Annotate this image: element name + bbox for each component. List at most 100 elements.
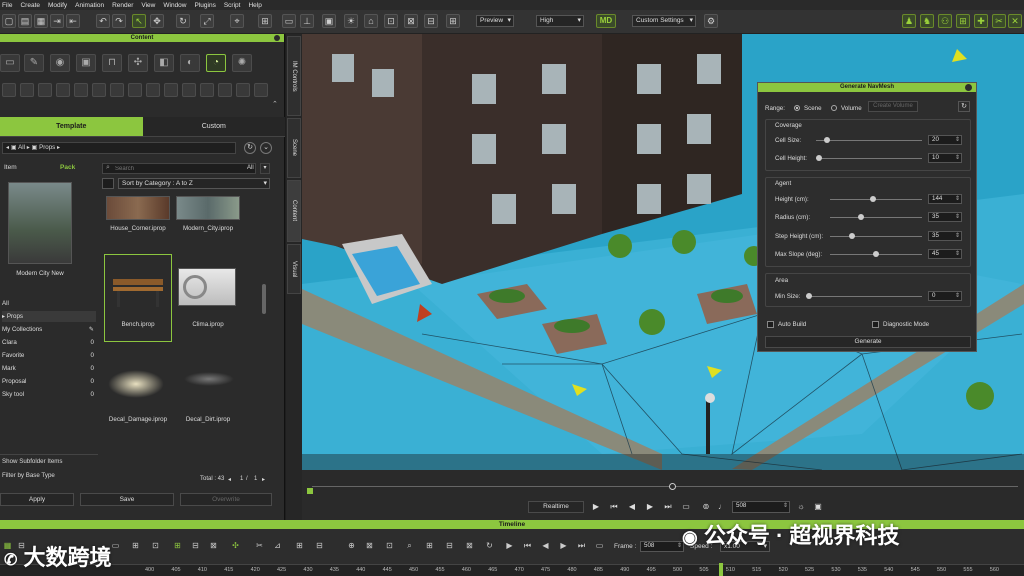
tree-item-sky-tool[interactable]: Sky tool 0 [2,389,96,400]
sun-settings-icon[interactable]: ☼ [795,501,807,513]
close-icon[interactable]: ✕ [1008,14,1022,28]
breadcrumb-props[interactable]: Props [39,144,55,151]
menu-render[interactable]: Render [112,2,133,9]
filter-cell-4[interactable] [56,83,70,97]
side-tab-content[interactable]: Content [287,180,301,242]
light-icon[interactable]: ▣ [322,14,336,28]
filter-cell-12[interactable] [200,83,214,97]
menu-plugins[interactable]: Plugins [195,2,216,9]
wireframe-icon[interactable]: ⊠ [404,14,418,28]
character-icon[interactable]: ♟ [902,14,916,28]
perspective-icon[interactable]: ⊡ [384,14,398,28]
timeline-loop-icon[interactable]: ↻ [484,540,495,551]
item-bench-selected[interactable] [104,254,172,342]
quality-dropdown[interactable]: High [536,15,584,27]
category-icon-1[interactable]: ▭ [0,54,20,72]
custom-settings-dropdown[interactable]: Custom Settings [632,15,696,27]
breadcrumb-all[interactable]: All [18,144,25,151]
timeline-ruler[interactable]: 400 405 410 415 420 425 430 435 440 445 450 455 460 4… [0,564,1024,576]
overwrite-button[interactable]: Overwrite [180,493,272,506]
scale-tool-icon[interactable]: ⤢ [200,14,214,28]
filter-cell-6[interactable] [92,83,106,97]
crowd-icon[interactable]: ♞ [920,14,934,28]
category-icon-6[interactable]: ✣ [128,54,148,72]
category-icon-5[interactable]: ⊓ [102,54,122,72]
edit-pencil-icon[interactable]: ✎ [89,324,94,335]
menu-modify[interactable]: Modify [48,2,67,9]
tree-item-clara[interactable]: Clara 0 [2,337,96,348]
step-height-slider[interactable] [830,233,922,239]
timeline-icon-5[interactable]: ⊡ [150,540,161,551]
timeline-skip-end-icon[interactable]: ⏭ [576,540,587,551]
tree-item-mark[interactable]: Mark 0 [2,363,96,374]
radius-slider[interactable] [830,214,922,220]
tool-icon[interactable]: ✂ [992,14,1006,28]
item-thumb-modern-city[interactable] [176,196,240,220]
timeline-icon-4[interactable]: ⊞ [130,540,141,551]
scrub-track[interactable] [312,483,1018,490]
page-next-icon[interactable]: ▸ [262,476,265,483]
md-logo[interactable]: MD [596,14,616,28]
item-thumb-decal-damage[interactable] [108,370,164,398]
max-slope-input[interactable]: 45 [928,249,962,259]
frame-input[interactable]: 508 [732,501,790,513]
sun-icon[interactable]: ☀ [344,14,358,28]
timeline-icon-18[interactable]: ⊞ [424,540,435,551]
timeline-icon-15[interactable]: ⊠ [364,540,375,551]
radius-input[interactable]: 35 [928,212,962,222]
sort-dropdown[interactable]: Sort by Category : A to Z [118,178,270,189]
cell-height-slider[interactable] [816,155,922,161]
filter-cell-8[interactable] [128,83,142,97]
refresh-icon[interactable]: ↻ [244,142,256,154]
render-mode-dropdown[interactable]: Preview [476,15,514,27]
collapse-chevron-icon[interactable]: ⌃ [272,100,278,108]
category-icon-2[interactable]: ✎ [24,54,44,72]
filter-cell-14[interactable] [236,83,250,97]
redo-icon[interactable]: ↷ [112,14,126,28]
show-subfolder-option[interactable]: Show Subfolder Items [2,458,63,465]
align-icon[interactable]: ⊞ [258,14,272,28]
range-volume-radio[interactable] [831,105,837,111]
pick-icon[interactable]: ⊥ [300,14,314,28]
export-icon[interactable]: ⇤ [66,14,80,28]
timeline-icon-8[interactable]: ⊠ [208,540,219,551]
timeline-icon-16[interactable]: ⊡ [384,540,395,551]
generate-button[interactable]: Generate [765,336,971,348]
cell-height-knob[interactable] [816,155,822,161]
people-icon[interactable]: ⚇ [938,14,952,28]
category-icon-10[interactable]: ✺ [232,54,252,72]
skip-end-icon[interactable]: ⏭ [662,501,674,513]
menu-file[interactable]: File [2,2,12,9]
tree-item-my-collections[interactable]: My Collections ✎ [2,324,96,335]
filter-cell-11[interactable] [182,83,196,97]
filter-cell-5[interactable] [74,83,88,97]
side-tab-scene[interactable]: Scene [287,118,301,178]
step-height-knob[interactable] [848,233,855,239]
new-file-icon[interactable]: ▢ [2,14,16,28]
diagnostic-mode-checkbox[interactable] [872,321,879,328]
min-size-knob[interactable] [806,293,812,299]
record-icon[interactable]: ⊚ [700,501,712,513]
open-file-icon[interactable]: ▤ [18,14,32,28]
navmesh-close-icon[interactable] [965,84,972,91]
home-icon[interactable]: ⌂ [364,14,378,28]
timeline-icon-7[interactable]: ⊟ [190,540,201,551]
realtime-dropdown[interactable]: Realtime [528,501,584,513]
menu-window[interactable]: Window [163,2,186,9]
tree-item-favorite[interactable]: Favorite 0 [2,350,96,361]
breadcrumb[interactable]: ◂ ▣ All ▸ ▣ Props ▸ [2,142,236,154]
camera-icon[interactable]: ▭ [282,14,296,28]
min-size-slider[interactable] [806,293,922,299]
scrub-knob[interactable] [669,483,677,490]
timeline-icon-12[interactable]: ⊞ [294,540,305,551]
props-category-icon[interactable]: ◔ [206,54,226,72]
height-slider[interactable] [830,196,922,202]
timeline-icon-20[interactable]: ⊠ [464,540,475,551]
timeline-icon-19[interactable]: ⊟ [444,540,455,551]
timeline-icon-13[interactable]: ⊟ [314,540,325,551]
category-icon-3[interactable]: ◉ [50,54,70,72]
filter-cell-1[interactable] [2,83,16,97]
timeline-icon-9[interactable]: ✣ [230,540,241,551]
grid-icon[interactable]: ⊞ [446,14,460,28]
skip-start-icon[interactable]: ⏮ [608,501,620,513]
